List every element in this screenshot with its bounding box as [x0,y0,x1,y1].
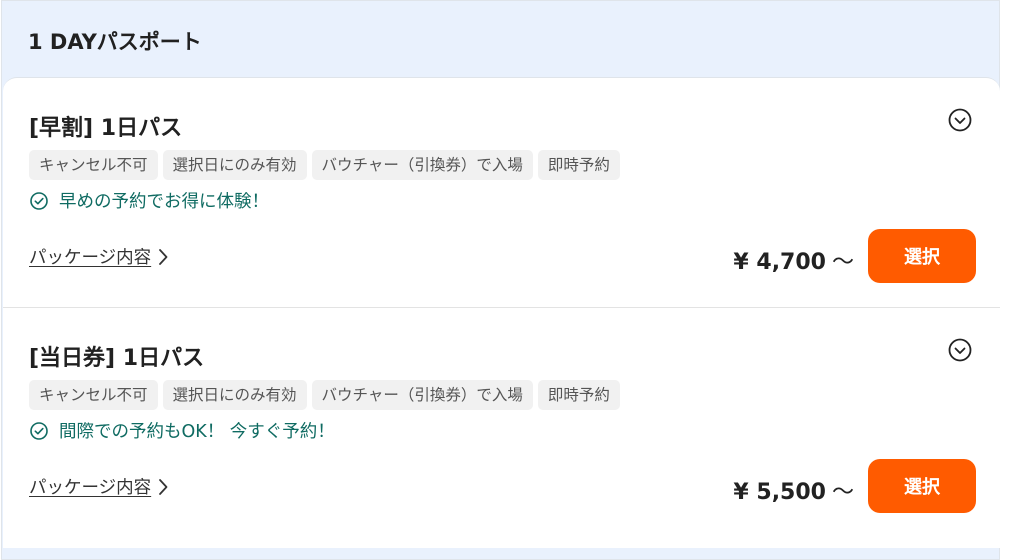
chevron-down-circle-icon[interactable] [948,108,972,132]
package-details-label: パッケージ内容 [29,248,152,268]
price-value: ¥ 5,500 [733,480,826,505]
check-circle-icon [30,421,48,440]
package-details-link[interactable]: パッケージ内容 [29,474,169,499]
tag: バウチャー（引換券）で入場 [311,150,533,180]
package-details-label: パッケージ内容 [29,478,152,498]
benefit-text: 間際での予約もOK！ 今すぐ予約！ [59,422,335,442]
price-suffix: 〜 [831,250,854,275]
ticket-title: [早割] 1日パス [29,116,183,141]
benefit-note: 間際での予約もOK！ 今すぐ予約！ [29,418,335,443]
benefit-note: 早めの予約でお得に体験！ [29,188,269,213]
select-button[interactable]: 選択 [868,459,976,513]
select-button[interactable]: 選択 [868,229,976,283]
panel-title: 1 DAYパスポート [28,30,202,54]
ticket-card: [当日券] 1日パス キャンセル不可 選択日にのみ有効 バウチャー（引換券）で入… [3,308,1000,548]
ticket-tags: キャンセル不可 選択日にのみ有効 バウチャー（引換券）で入場 即時予約 [29,150,620,180]
ticket-tags: キャンセル不可 選択日にのみ有効 バウチャー（引換券）で入場 即時予約 [29,380,620,410]
price-value: ¥ 4,700 [733,250,826,275]
tag: バウチャー（引換券）で入場 [311,380,533,410]
passport-panel: 1 DAYパスポート [早割] 1日パス キャンセル不可 選択日にのみ有効 バウ… [1,0,1000,560]
tag: 即時予約 [537,150,620,180]
tag: キャンセル不可 [29,380,158,410]
chevron-right-icon [159,248,168,265]
ticket-title: [当日券] 1日パス [29,346,205,371]
price: ¥ 5,500 〜 [733,474,854,506]
benefit-text: 早めの予約でお得に体験！ [59,192,269,212]
chevron-down-circle-icon[interactable] [948,338,972,362]
ticket-card: [早割] 1日パス キャンセル不可 選択日にのみ有効 バウチャー（引換券）で入場… [3,78,1000,308]
package-details-link[interactable]: パッケージ内容 [29,244,169,269]
price-suffix: 〜 [831,480,854,505]
tag: 即時予約 [537,380,620,410]
tag: 選択日にのみ有効 [162,380,307,410]
tag: 選択日にのみ有効 [162,150,307,180]
ticket-list: [早割] 1日パス キャンセル不可 選択日にのみ有効 バウチャー（引換券）で入場… [3,77,1000,548]
chevron-right-icon [159,478,168,495]
check-circle-icon [30,191,48,210]
price: ¥ 4,700 〜 [733,244,854,276]
tag: キャンセル不可 [29,150,158,180]
